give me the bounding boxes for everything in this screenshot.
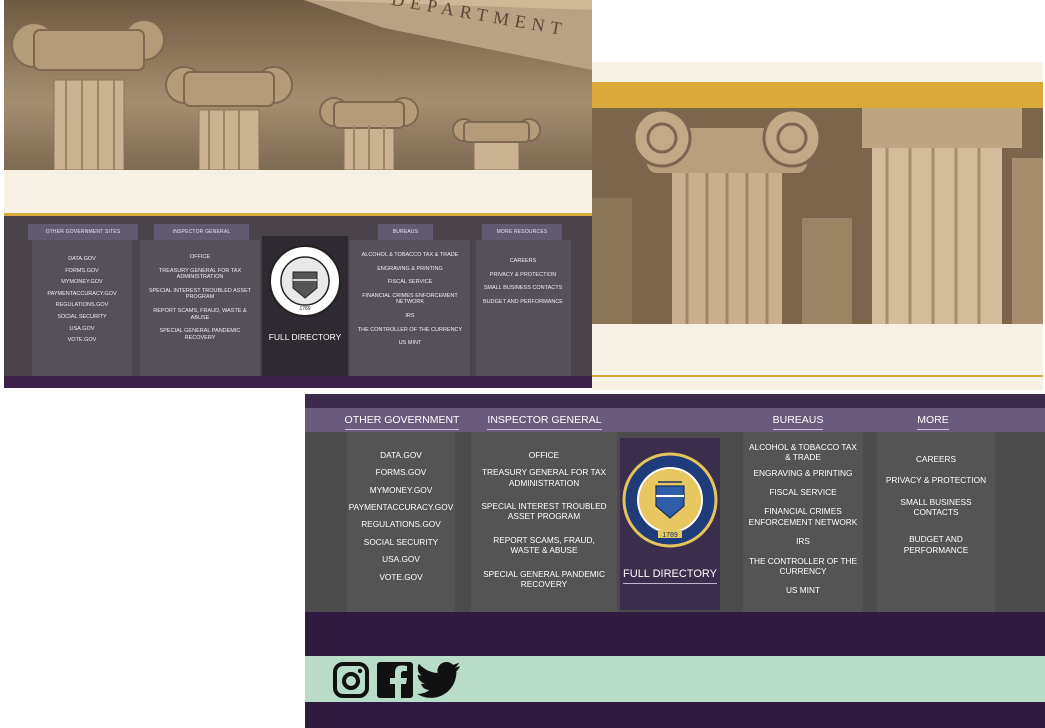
cream-strip [592, 324, 1043, 376]
link-usa-gov[interactable]: USA.GOV [347, 554, 455, 564]
bureaus-list: ALCOHOL & TOBACCO TAX & TRADE ENGRAVING … [747, 442, 859, 603]
link-budget-performance[interactable]: BUDGET AND PERFORMANCE [885, 534, 987, 555]
link-us-mint[interactable]: US MINT [356, 340, 464, 347]
header-inspector-general: INSPECTOR GENERAL [487, 408, 602, 432]
link-financial-crimes[interactable]: FINANCIAL CRIMES ENFORCEMENT NETWORK [356, 293, 464, 306]
link-treasury-general-tax[interactable]: TREASURY GENERAL FOR TAX ADMINISTRATION [146, 268, 254, 281]
link-special-interest-troubled[interactable]: SPECIAL INTEREST TROUBLED ASSET PROGRAM [146, 288, 254, 301]
link-careers[interactable]: CAREERS [482, 258, 564, 265]
link-office[interactable]: OFFICE [481, 450, 607, 460]
link-usa-gov[interactable]: USA.GOV [32, 326, 132, 333]
link-small-business[interactable]: SMALL BUSINESS CONTACTS [482, 285, 564, 292]
link-treasury-general-tax[interactable]: TREASURY GENERAL FOR TAX ADMINISTRATION [481, 467, 607, 488]
facebook-icon[interactable] [377, 662, 413, 698]
link-office[interactable]: OFFICE [146, 254, 254, 261]
link-vote-gov[interactable]: VOTE.GOV [347, 572, 455, 582]
link-privacy-protection[interactable]: PRIVACY & PROTECTION [885, 475, 987, 485]
link-engraving-printing[interactable]: ENGRAVING & PRINTING [747, 468, 859, 478]
footer-purple-band [305, 612, 1045, 656]
full-directory-panel[interactable]: 1789 FULL DIRECTORY [262, 236, 348, 376]
link-careers[interactable]: CAREERS [885, 454, 987, 464]
header-more-resources: MORE RESOURCES [482, 224, 562, 240]
link-social-security[interactable]: SOCIAL SECURITY [347, 537, 455, 547]
cream-strip [4, 170, 592, 214]
link-paymentaccuracy-gov[interactable]: PAYMENTACCURACY.GOV [32, 291, 132, 298]
full-directory-text: FULL DIRECTORY [623, 568, 717, 584]
more-resources-list: CAREERS PRIVACY & PROTECTION SMALL BUSIN… [482, 258, 564, 312]
link-forms-gov[interactable]: FORMS.GOV [347, 467, 455, 477]
full-directory-label[interactable]: FULL DIRECTORY [262, 332, 348, 342]
seal-year: 1789 [299, 306, 310, 312]
link-report-scams[interactable]: REPORT SCAMS, FRAUD, WASTE & ABUSE [146, 308, 254, 321]
link-alcohol-tobacco[interactable]: ALCOHOL & TOBACCO TAX & TRADE [356, 252, 464, 259]
other-sites-list: DATA.GOV FORMS.GOV MYMONEY.GOV PAYMENTAC… [347, 450, 455, 589]
full-directory-label[interactable]: FULL DIRECTORY [620, 568, 720, 584]
link-fiscal-service[interactable]: FISCAL SERVICE [356, 279, 464, 286]
header-bureaus: BUREAUS [378, 224, 433, 240]
footer-preview-color: OTHER GOVERNMENT SITES INSPECTOR GENERAL… [305, 394, 1045, 728]
link-alcohol-tobacco[interactable]: ALCOHOL & TOBACCO TAX & TRADE [747, 442, 859, 463]
header-other-government-sites: OTHER GOVERNMENT SITES [333, 408, 471, 454]
footer-preview-grayscale: DEPARTMENT OTHER GOVERNMENT SITES INSPEC… [4, 0, 592, 388]
footer-bottom-bar [305, 702, 1045, 728]
link-paymentaccuracy-gov[interactable]: PAYMENTACCURACY.GOV [347, 502, 455, 512]
twitter-icon[interactable] [417, 662, 461, 698]
bureaus-list: ALCOHOL & TOBACCO TAX & TRADE ENGRAVING … [356, 252, 464, 354]
link-regulations-gov[interactable]: REGULATIONS.GOV [347, 519, 455, 529]
hero-banner-preview [592, 62, 1043, 390]
hero-columns-image: DEPARTMENT [4, 0, 592, 170]
full-directory-panel[interactable]: 1789 FULL DIRECTORY [620, 438, 720, 610]
gold-banner-stripe [592, 82, 1043, 108]
footer-bottom-bar [4, 376, 592, 388]
link-data-gov[interactable]: DATA.GOV [32, 256, 132, 263]
link-privacy-protection[interactable]: PRIVACY & PROTECTION [482, 272, 564, 279]
footer-top-bar [305, 394, 1045, 408]
inspector-general-list: OFFICE TREASURY GENERAL FOR TAX ADMINIST… [481, 450, 607, 596]
link-special-general-pandemic[interactable]: SPECIAL GENERAL PANDEMIC RECOVERY [481, 569, 607, 590]
header-other-government-sites: OTHER GOVERNMENT SITES [28, 224, 138, 240]
link-data-gov[interactable]: DATA.GOV [347, 450, 455, 460]
link-small-business[interactable]: SMALL BUSINESS CONTACTS [885, 497, 987, 518]
other-sites-list: DATA.GOV FORMS.GOV MYMONEY.GOV PAYMENTAC… [32, 256, 132, 351]
link-irs[interactable]: IRS [356, 313, 464, 320]
more-resources-list: CAREERS PRIVACY & PROTECTION SMALL BUSIN… [885, 454, 987, 562]
link-social-security[interactable]: SOCIAL SECURITY [32, 314, 132, 321]
header-bureaus-text: BUREAUS [772, 414, 824, 430]
link-mymoney-gov[interactable]: MYMONEY.GOV [32, 279, 132, 286]
header-inspector-general-text: INSPECTOR GENERAL [487, 414, 602, 430]
instagram-icon[interactable] [333, 662, 369, 698]
header-inspector-general: INSPECTOR GENERAL [154, 224, 249, 240]
header-bureaus: BUREAUS [763, 408, 833, 432]
footer-band: OTHER GOVERNMENT SITES INSPECTOR GENERAL… [4, 216, 592, 376]
link-regulations-gov[interactable]: REGULATIONS.GOV [32, 302, 132, 309]
header-more-resources: MORE RESOURCES [883, 408, 983, 454]
hero-columns-image [592, 108, 1043, 324]
link-budget-performance[interactable]: BUDGET AND PERFORMANCE [482, 299, 564, 306]
link-controller-currency[interactable]: THE CONTROLLER OF THE CURRENCY [747, 556, 859, 577]
seal-year: 1789 [662, 532, 678, 539]
link-special-interest-troubled[interactable]: SPECIAL INTEREST TROUBLED ASSET PROGRAM [481, 501, 607, 522]
treasury-seal-icon: 1789 [622, 452, 718, 548]
link-fiscal-service[interactable]: FISCAL SERVICE [747, 487, 859, 497]
inspector-general-list: OFFICE TREASURY GENERAL FOR TAX ADMINIST… [146, 254, 254, 348]
gold-divider [592, 375, 1043, 377]
link-us-mint[interactable]: US MINT [747, 585, 859, 595]
link-special-general-pandemic[interactable]: SPECIAL GENERAL PANDEMIC RECOVERY [146, 328, 254, 341]
link-forms-gov[interactable]: FORMS.GOV [32, 268, 132, 275]
link-report-scams[interactable]: REPORT SCAMS, FRAUD, WASTE & ABUSE [481, 535, 607, 556]
link-engraving-printing[interactable]: ENGRAVING & PRINTING [356, 266, 464, 273]
link-irs[interactable]: IRS [747, 536, 859, 546]
social-bar [305, 656, 1045, 702]
link-vote-gov[interactable]: VOTE.GOV [32, 337, 132, 344]
link-financial-crimes[interactable]: FINANCIAL CRIMES ENFORCEMENT NETWORK [747, 506, 859, 527]
link-controller-currency[interactable]: THE CONTROLLER OF THE CURRENCY [356, 327, 464, 334]
treasury-seal-icon: 1789 [269, 245, 341, 317]
link-mymoney-gov[interactable]: MYMONEY.GOV [347, 485, 455, 495]
